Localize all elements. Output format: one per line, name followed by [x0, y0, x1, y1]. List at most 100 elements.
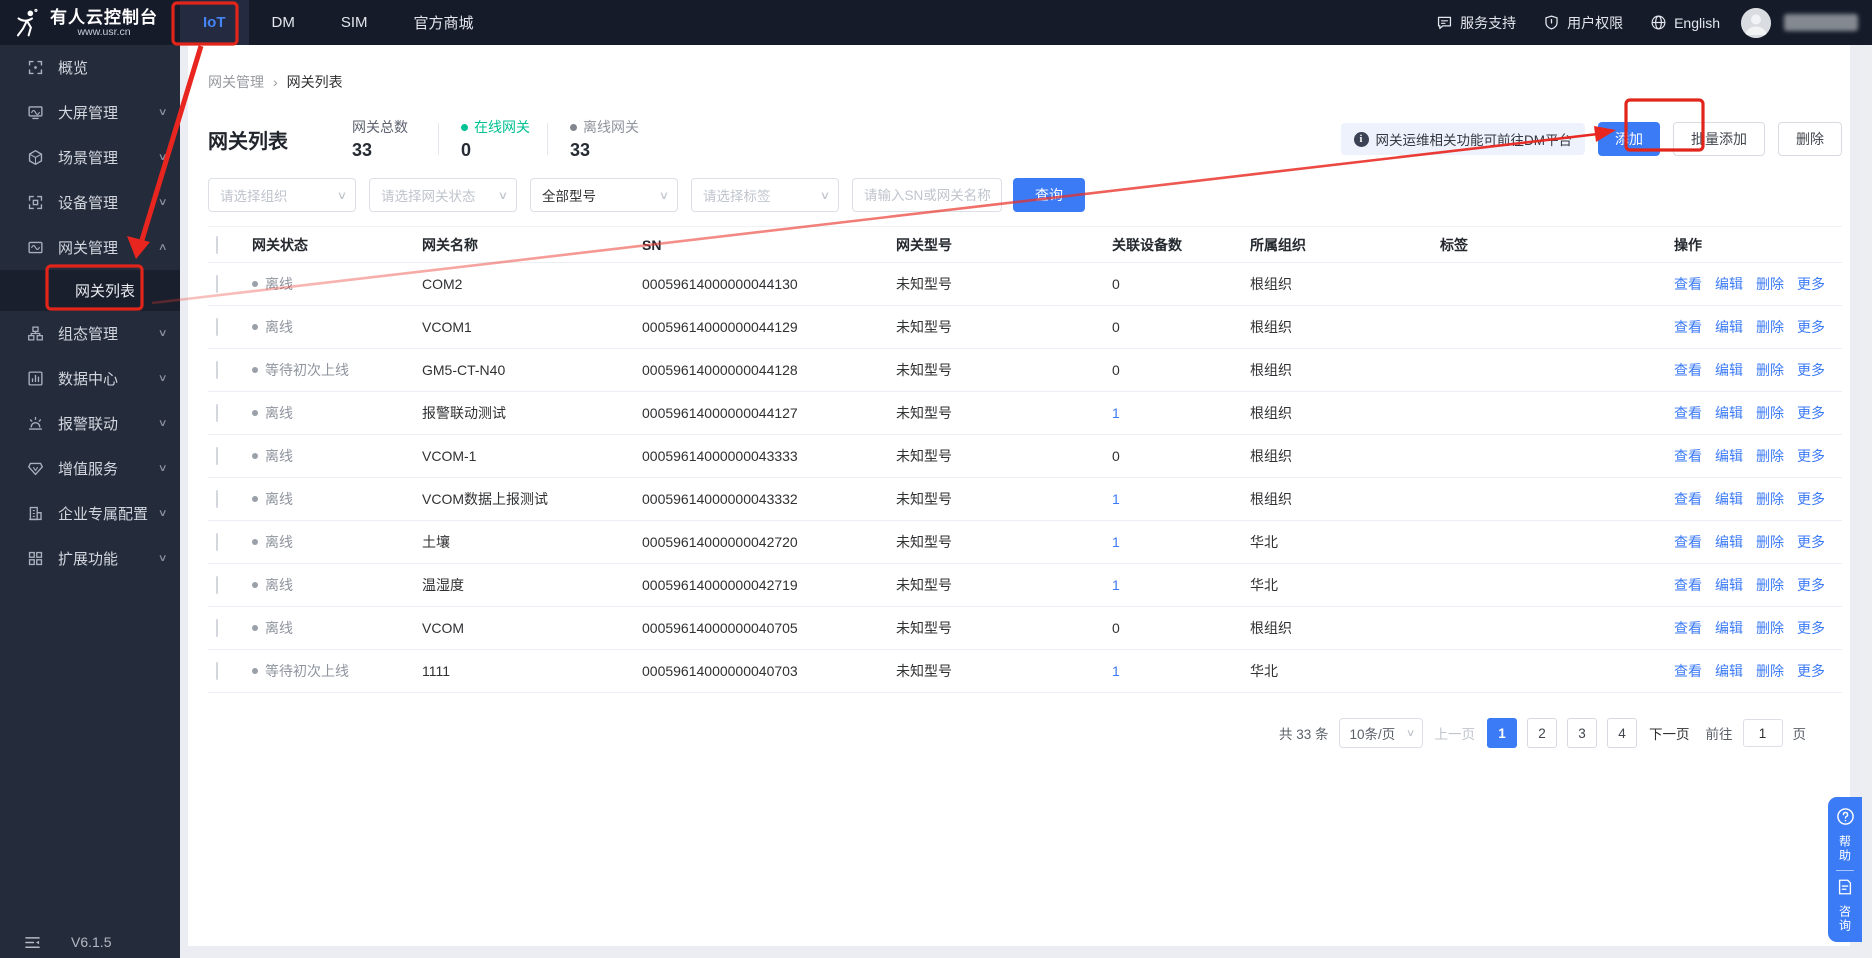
- sidebar-item-overview[interactable]: 概览: [0, 45, 180, 90]
- sidebar-item-screen[interactable]: 大屏管理 ∨: [0, 90, 180, 135]
- sidebar-item-gateway[interactable]: 网关管理 ∧: [0, 225, 180, 270]
- sidebar-item-vas[interactable]: 增值服务 ∨: [0, 446, 180, 491]
- collapse-sidebar-icon[interactable]: [24, 935, 41, 950]
- batch-add-button[interactable]: 批量添加: [1673, 122, 1765, 156]
- edit-link[interactable]: 编辑: [1715, 618, 1743, 638]
- more-link[interactable]: 更多: [1797, 446, 1825, 466]
- topnav-tab-dm[interactable]: DM: [249, 0, 318, 45]
- edit-link[interactable]: 编辑: [1715, 489, 1743, 509]
- delete-button[interactable]: 删除: [1778, 122, 1842, 156]
- help-button[interactable]: 帮助: [1836, 807, 1855, 863]
- sidebar-subitem-gateway-list[interactable]: 网关列表: [0, 270, 180, 311]
- sn-or-name-input[interactable]: [852, 178, 1002, 212]
- topbar-item-language[interactable]: English: [1650, 14, 1720, 31]
- view-link[interactable]: 查看: [1674, 532, 1702, 552]
- devices-count-link[interactable]: 1: [1112, 577, 1120, 593]
- view-link[interactable]: 查看: [1674, 575, 1702, 595]
- avatar[interactable]: [1741, 7, 1771, 38]
- more-link[interactable]: 更多: [1797, 575, 1825, 595]
- delete-link[interactable]: 删除: [1756, 575, 1784, 595]
- delete-link[interactable]: 删除: [1756, 403, 1784, 423]
- topbar-item-permissions[interactable]: 用户权限: [1543, 13, 1623, 33]
- row-checkbox[interactable]: [216, 490, 218, 508]
- add-button[interactable]: 添加: [1598, 122, 1660, 156]
- sidebar-item-data[interactable]: 数据中心 ∨: [0, 356, 180, 401]
- page-number-4[interactable]: 4: [1607, 718, 1637, 748]
- view-link[interactable]: 查看: [1674, 661, 1702, 681]
- more-link[interactable]: 更多: [1797, 360, 1825, 380]
- page-number-3[interactable]: 3: [1567, 718, 1597, 748]
- model-select[interactable]: 全部型号 ∨: [530, 178, 678, 212]
- delete-link[interactable]: 删除: [1756, 532, 1784, 552]
- tag-select[interactable]: 请选择标签 ∨: [691, 178, 839, 212]
- page-header: 网关列表 网关总数 33 在线网关 0 离线网关 33 i 网关运维相关功能可前往D…: [208, 117, 1842, 161]
- sidebar-item-device[interactable]: 设备管理 ∨: [0, 180, 180, 225]
- more-link[interactable]: 更多: [1797, 403, 1825, 423]
- edit-link[interactable]: 编辑: [1715, 446, 1743, 466]
- more-link[interactable]: 更多: [1797, 274, 1825, 294]
- more-link[interactable]: 更多: [1797, 489, 1825, 509]
- status-dot: [252, 496, 258, 502]
- page-number-2[interactable]: 2: [1527, 718, 1557, 748]
- devices-count-link[interactable]: 1: [1112, 491, 1120, 507]
- topnav-tab-mall[interactable]: 官方商城: [391, 0, 497, 45]
- row-checkbox[interactable]: [216, 361, 218, 379]
- sidebar-item-scene[interactable]: 场景管理 ∨: [0, 135, 180, 180]
- edit-link[interactable]: 编辑: [1715, 360, 1743, 380]
- more-link[interactable]: 更多: [1797, 618, 1825, 638]
- view-link[interactable]: 查看: [1674, 360, 1702, 380]
- view-link[interactable]: 查看: [1674, 446, 1702, 466]
- row-checkbox[interactable]: [216, 275, 218, 293]
- breadcrumb-gateway-management[interactable]: 网关管理: [208, 72, 264, 92]
- row-checkbox[interactable]: [216, 662, 218, 680]
- sidebar-item-enterprise[interactable]: 企业专属配置 ∨: [0, 491, 180, 536]
- gateway-status-select[interactable]: 请选择网关状态 ∨: [369, 178, 517, 212]
- edit-link[interactable]: 编辑: [1715, 575, 1743, 595]
- edit-link[interactable]: 编辑: [1715, 317, 1743, 337]
- page-size-select[interactable]: 10条/页 ∨: [1338, 718, 1423, 748]
- sidebar-item-alarm[interactable]: 报警联动 ∨: [0, 401, 180, 446]
- view-link[interactable]: 查看: [1674, 618, 1702, 638]
- organization-select[interactable]: 请选择组织 ∨: [208, 178, 356, 212]
- sidebar-item-config[interactable]: 组态管理 ∨: [0, 311, 180, 356]
- row-checkbox[interactable]: [216, 447, 218, 465]
- view-link[interactable]: 查看: [1674, 317, 1702, 337]
- delete-link[interactable]: 删除: [1756, 661, 1784, 681]
- next-page-button[interactable]: 下一页: [1649, 723, 1690, 743]
- view-link[interactable]: 查看: [1674, 489, 1702, 509]
- topbar-item-support[interactable]: 服务支持: [1436, 13, 1516, 33]
- row-checkbox[interactable]: [216, 576, 218, 594]
- more-link[interactable]: 更多: [1797, 532, 1825, 552]
- search-button[interactable]: 查询: [1013, 178, 1085, 212]
- scrollbar-track[interactable]: [1862, 45, 1872, 958]
- row-checkbox[interactable]: [216, 619, 218, 637]
- edit-link[interactable]: 编辑: [1715, 403, 1743, 423]
- delete-link[interactable]: 删除: [1756, 274, 1784, 294]
- view-link[interactable]: 查看: [1674, 274, 1702, 294]
- edit-link[interactable]: 编辑: [1715, 274, 1743, 294]
- topnav-tab-sim[interactable]: SIM: [318, 0, 391, 45]
- page-number-1[interactable]: 1: [1487, 718, 1517, 748]
- more-link[interactable]: 更多: [1797, 317, 1825, 337]
- goto-page-input[interactable]: [1742, 719, 1783, 747]
- row-checkbox[interactable]: [216, 533, 218, 551]
- delete-link[interactable]: 删除: [1756, 360, 1784, 380]
- edit-link[interactable]: 编辑: [1715, 532, 1743, 552]
- delete-link[interactable]: 删除: [1756, 489, 1784, 509]
- row-checkbox[interactable]: [216, 318, 218, 336]
- sidebar-item-extend[interactable]: 扩展功能 ∨: [0, 536, 180, 581]
- delete-link[interactable]: 删除: [1756, 446, 1784, 466]
- devices-count-link[interactable]: 1: [1112, 534, 1120, 550]
- consult-button[interactable]: 咨询: [1836, 878, 1854, 933]
- delete-link[interactable]: 删除: [1756, 317, 1784, 337]
- devices-count-link[interactable]: 1: [1112, 663, 1120, 679]
- view-link[interactable]: 查看: [1674, 403, 1702, 423]
- topnav-tab-iot[interactable]: IoT: [180, 0, 249, 45]
- devices-count-link[interactable]: 1: [1112, 405, 1120, 421]
- edit-link[interactable]: 编辑: [1715, 661, 1743, 681]
- delete-link[interactable]: 删除: [1756, 618, 1784, 638]
- row-checkbox[interactable]: [216, 404, 218, 422]
- prev-page-button[interactable]: 上一页: [1435, 723, 1476, 743]
- select-all-checkbox[interactable]: [216, 235, 218, 254]
- more-link[interactable]: 更多: [1797, 661, 1825, 681]
